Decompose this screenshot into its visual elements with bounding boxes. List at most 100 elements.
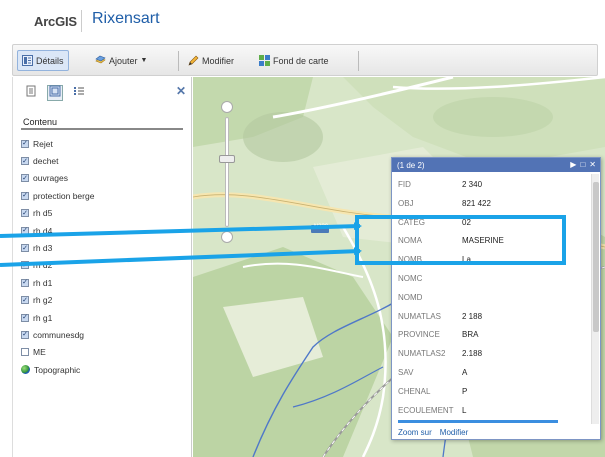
tab-about[interactable] xyxy=(23,85,39,101)
layer-checkbox[interactable]: ✓ xyxy=(21,296,29,305)
zoom-to-link[interactable]: Zoom sur xyxy=(398,428,432,437)
basemap-button[interactable]: Fond de carte xyxy=(255,50,333,71)
details-button[interactable]: Détails xyxy=(17,50,69,71)
popup-footer: Zoom sur Modifier xyxy=(398,428,468,437)
layer-item[interactable]: ✓ rh d2 xyxy=(21,257,191,274)
popup-header: (1 de 2) xyxy=(392,158,600,172)
pencil-icon xyxy=(188,55,199,66)
layer-checkbox[interactable]: ✓ xyxy=(21,226,29,235)
layer-item[interactable]: ✓ rh g2 xyxy=(21,292,191,309)
legend-icon xyxy=(73,84,85,102)
toolbar-separator xyxy=(358,51,359,71)
attribute-name: NUMATLAS2 xyxy=(398,349,446,359)
layer-label: rh d1 xyxy=(33,277,53,288)
layer-label: rh d5 xyxy=(33,208,53,219)
layer-item[interactable]: ✓ Rejet xyxy=(21,135,191,152)
attribute-row: NOMC xyxy=(398,274,588,288)
layer-checkbox[interactable]: ✓ xyxy=(21,191,29,200)
layer-label: ouvrages xyxy=(33,173,68,184)
attribute-row: SAV A xyxy=(398,368,588,382)
layer-item[interactable]: ✓ rh d1 xyxy=(21,274,191,291)
about-icon xyxy=(25,84,37,102)
layer-label: ME xyxy=(33,347,46,358)
layer-item[interactable]: ✓ ouvrages xyxy=(21,170,191,187)
contents-panel: ✕ Contenu ✓ Rejet ✓ dechet ✓ ouvrages ✓ protect… xyxy=(12,77,192,457)
modify-button[interactable]: Modifier xyxy=(184,50,238,71)
contents-title: Contenu xyxy=(23,117,58,127)
zoom-in-button[interactable] xyxy=(221,101,233,113)
add-button[interactable]: Ajouter ▼ xyxy=(91,50,151,71)
toolbar-separator xyxy=(178,51,179,71)
close-icon[interactable]: ✕ xyxy=(176,84,186,98)
layer-checkbox[interactable]: ✓ xyxy=(21,244,29,253)
popup-scroll-thumb[interactable] xyxy=(593,182,599,332)
highlight-box xyxy=(355,215,566,265)
layer-checkbox[interactable]: ✓ xyxy=(21,139,29,148)
layer-label: rh d3 xyxy=(33,243,53,254)
popup-scrollbar[interactable] xyxy=(591,174,599,424)
attribute-value: A xyxy=(462,368,468,377)
sidebar-tabs xyxy=(23,85,87,107)
layer-checkbox[interactable]: ✓ xyxy=(21,209,29,218)
layer-checkbox[interactable]: ✓ xyxy=(21,278,29,287)
layer-checkbox[interactable]: ✓ xyxy=(21,261,29,270)
header-divider xyxy=(81,10,82,32)
map-title[interactable]: Rixensart xyxy=(92,10,160,28)
popup-controls: ▶ □ ✕ xyxy=(570,160,596,169)
layer-item[interactable]: ✓ protection berge xyxy=(21,187,191,204)
layer-item[interactable]: ✓ rh d3 xyxy=(21,239,191,256)
attribute-row: PROVINCE BRA xyxy=(398,330,588,344)
attribute-name: CHENAL xyxy=(398,386,431,396)
popup-hidden-row-bar xyxy=(398,420,558,423)
details-label: Détails xyxy=(36,55,64,66)
attribute-value: BRA xyxy=(462,330,479,340)
attribute-name: OBJ xyxy=(398,198,414,208)
layer-label: rh d2 xyxy=(33,260,53,271)
attribute-row: OBJ 821 422 xyxy=(398,199,588,213)
edit-feature-link[interactable]: Modifier xyxy=(440,428,468,437)
road-shield-label: N239 xyxy=(313,224,329,230)
modify-label: Modifier xyxy=(202,55,235,66)
layer-item[interactable]: ✓ dechet xyxy=(21,152,191,169)
layer-checkbox[interactable]: ✓ xyxy=(21,330,29,339)
layer-label: rh g2 xyxy=(33,295,53,306)
popup-attributes: FID 2 340 OBJ 821 422 CATEG 02 NOMA MASERINE NOM… xyxy=(392,172,592,427)
close-icon[interactable]: ✕ xyxy=(589,160,596,169)
tab-legend[interactable] xyxy=(71,85,87,101)
layer-list: ✓ Rejet ✓ dechet ✓ ouvrages ✓ protection berge ✓… xyxy=(21,135,191,378)
tab-contents[interactable] xyxy=(47,85,63,101)
maximize-icon[interactable]: □ xyxy=(580,160,585,169)
layer-item[interactable]: ✓ rh d4 xyxy=(21,222,191,239)
attribute-value: 821 422 xyxy=(462,198,491,208)
layer-item[interactable]: ✓ communesdg xyxy=(21,326,191,343)
attribute-value: 2.188 xyxy=(462,349,483,359)
layer-checkbox[interactable]: ✓ xyxy=(21,157,29,166)
layer-item[interactable]: ✓ rh d5 xyxy=(21,205,191,222)
layer-label: rh g1 xyxy=(33,312,53,323)
zoom-slider[interactable] xyxy=(217,97,237,247)
layer-item[interactable]: Topographic xyxy=(21,361,191,378)
layer-checkbox[interactable]: ✓ xyxy=(21,313,29,322)
layer-checkbox[interactable] xyxy=(21,348,29,357)
attribute-row: NUMATLAS 2 188 xyxy=(398,312,588,326)
chevron-down-icon: ▼ xyxy=(140,57,148,64)
layer-item[interactable]: ME xyxy=(21,344,191,361)
next-feature-icon[interactable]: ▶ xyxy=(570,160,576,169)
attribute-value: 2 188 xyxy=(462,311,483,321)
zoom-handle[interactable] xyxy=(219,155,235,163)
basemap-label: Fond de carte xyxy=(273,55,329,66)
attribute-name: PROVINCE xyxy=(398,330,440,340)
layer-checkbox[interactable]: ✓ xyxy=(21,174,29,183)
zoom-out-button[interactable] xyxy=(221,231,233,243)
layer-label: Topographic xyxy=(34,364,81,375)
details-icon xyxy=(22,55,33,66)
globe-icon xyxy=(21,365,30,375)
add-layer-icon xyxy=(95,55,106,66)
zoom-track[interactable] xyxy=(225,117,229,227)
attribute-name: NUMATLAS xyxy=(398,311,441,321)
attribute-name: ECOULEMENT xyxy=(398,405,454,415)
attribute-value: L xyxy=(462,405,467,415)
attribute-name: NOMC xyxy=(398,274,423,283)
layer-item[interactable]: ✓ rh g1 xyxy=(21,309,191,326)
app-header: ArcGIS Rixensart xyxy=(0,0,605,42)
